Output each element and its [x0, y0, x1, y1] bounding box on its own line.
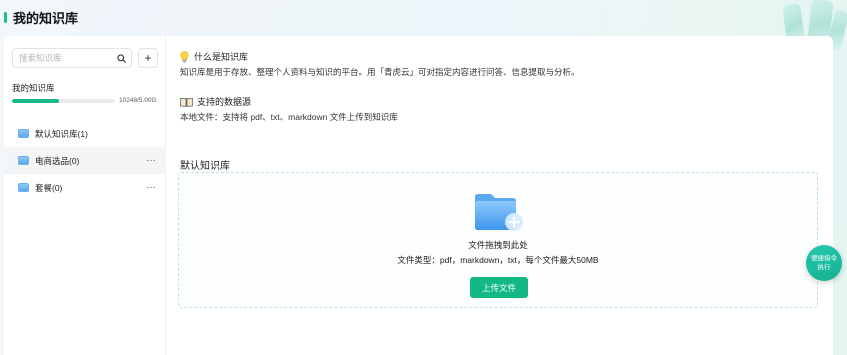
- kb-item-label: 套餐(0): [35, 182, 63, 193]
- file-types-hint: 文件类型：pdf，markdown，txt，每个文件最大50MB: [397, 255, 599, 265]
- info-title: 什么是知识库: [194, 52, 249, 62]
- upload-dropzone[interactable]: 文件拖拽到此处 文件类型：pdf，markdown，txt，每个文件最大50MB…: [178, 172, 818, 308]
- sidebar: + 我的知识库 10248/5.00G 默认知识库(1) 电商选品(0) ·: [4, 36, 166, 355]
- folder-icon: [18, 129, 29, 138]
- drop-hint: 文件拖拽到此处: [468, 240, 528, 250]
- more-options-icon[interactable]: ···: [146, 155, 156, 166]
- book-icon: [180, 97, 193, 107]
- kb-item-ecommerce[interactable]: 电商选品(0) ···: [4, 147, 166, 174]
- add-kb-button[interactable]: +: [138, 48, 158, 68]
- section-title: 默认知识库: [180, 161, 230, 172]
- lightbulb-icon: [180, 50, 189, 63]
- search-row: +: [12, 48, 158, 68]
- storage-quota: 10248/5.00G: [12, 97, 162, 104]
- kb-item-label: 电商选品(0): [35, 155, 80, 166]
- search-input[interactable]: [19, 53, 109, 63]
- sources-title: 支持的数据源: [197, 97, 252, 107]
- kb-item-default[interactable]: 默认知识库(1): [4, 120, 166, 147]
- page-header: 我的知识库: [0, 0, 847, 34]
- folder-icon: [18, 183, 29, 192]
- quick-command-button[interactable]: 便捷指令执行: [806, 245, 842, 281]
- sources-heading: 支持的数据源: [180, 95, 251, 108]
- quota-text: 10248/5.00G: [119, 97, 157, 104]
- quota-bar: [12, 98, 115, 103]
- kb-list: 默认知识库(1) 电商选品(0) ··· 套餐(0) ···: [4, 120, 166, 201]
- folder-icon: [18, 156, 29, 165]
- content-card: + 我的知识库 10248/5.00G 默认知识库(1) 电商选品(0) ·: [4, 36, 833, 355]
- kb-item-label: 默认知识库(1): [35, 128, 88, 139]
- quota-bar-fill: [12, 98, 60, 103]
- info-description: 知识库是用于存放、整理个人资料与知识的平台。用「青虎云」可对指定内容进行问答、信…: [180, 67, 580, 77]
- sources-description: 本地文件：支持将 pdf、txt、markdown 文件上传到知识库: [180, 112, 398, 122]
- kb-item-package[interactable]: 套餐(0) ···: [4, 174, 166, 201]
- upload-file-button[interactable]: 上传文件: [470, 277, 528, 298]
- my-kb-label: 我的知识库: [12, 83, 55, 93]
- folder-upload-icon: [473, 191, 525, 235]
- search-icon[interactable]: [117, 53, 126, 63]
- main-panel: 什么是知识库 知识库是用于存放、整理个人资料与知识的平台。用「青虎云」可对指定内…: [178, 36, 828, 355]
- title-accent-bar: [4, 11, 7, 23]
- more-options-icon[interactable]: ···: [146, 182, 156, 193]
- page-title: 我的知识库: [13, 10, 79, 26]
- info-heading: 什么是知识库: [180, 50, 248, 63]
- search-box[interactable]: [12, 48, 132, 68]
